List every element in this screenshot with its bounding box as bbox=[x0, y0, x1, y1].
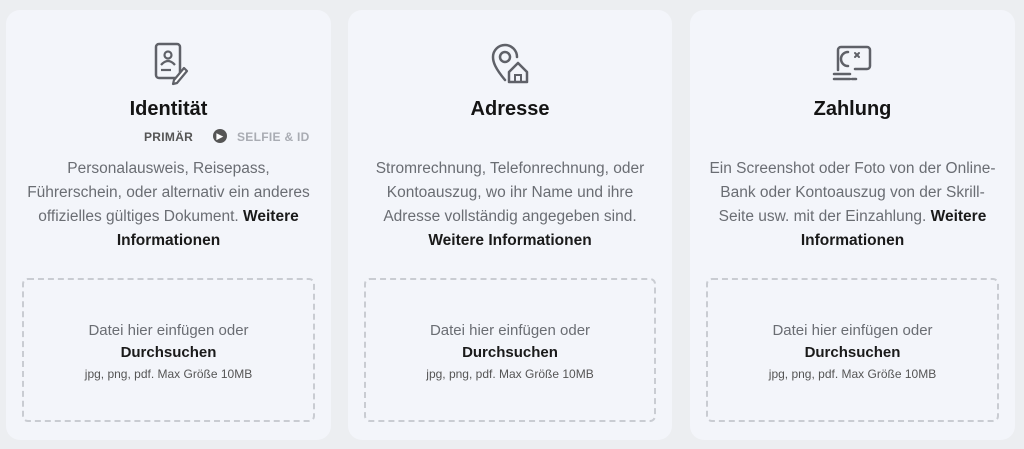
identity-card: Identität PRIMÄR ▶ SELFIE & ID Personala… bbox=[6, 10, 331, 440]
step-indicator: PRIMÄR ▶ SELFIE & ID bbox=[6, 129, 331, 144]
payment-card: Zahlung Ein Screenshot oder Foto von der… bbox=[690, 10, 1015, 440]
file-dropzone[interactable]: Datei hier einfügen oder Durchsuchen jpg… bbox=[706, 278, 999, 422]
card-title: Adresse bbox=[470, 98, 550, 120]
file-dropzone[interactable]: Datei hier einfügen oder Durchsuchen jpg… bbox=[364, 278, 656, 422]
chevron-right-icon: ▶ bbox=[213, 129, 227, 143]
card-description: Personalausweis, Reisepass, Führerschein… bbox=[27, 160, 310, 249]
card-title: Zahlung bbox=[813, 98, 892, 120]
card-title: Identität bbox=[129, 98, 208, 120]
id-card-icon bbox=[154, 42, 188, 86]
card-description: Ein Screenshot oder Foto von der Online-… bbox=[709, 160, 996, 249]
file-limits: jpg, png, pdf. Max Größe 10MB bbox=[426, 367, 594, 381]
location-home-icon bbox=[491, 43, 529, 84]
file-dropzone[interactable]: Datei hier einfügen oder Durchsuchen jpg… bbox=[22, 278, 315, 422]
file-limits: jpg, png, pdf. Max Größe 10MB bbox=[768, 367, 937, 381]
step-primary[interactable]: PRIMÄR bbox=[144, 130, 193, 144]
more-info-link[interactable]: Weitere Informationen bbox=[428, 232, 591, 249]
drop-hint: Datei hier einfügen oder bbox=[429, 322, 591, 339]
browse-button[interactable]: Durchsuchen bbox=[121, 342, 217, 364]
step-selfie-id[interactable]: SELFIE & ID bbox=[237, 130, 310, 144]
card-description: Stromrechnung, Telefonrechnung, oder Kon… bbox=[375, 160, 645, 249]
browse-button[interactable]: Durchsuchen bbox=[805, 342, 901, 364]
drop-hint: Datei hier einfügen oder bbox=[88, 322, 249, 339]
drop-hint: Datei hier einfügen oder bbox=[772, 322, 933, 339]
address-card: Adresse Stromrechnung, Telefonrechnung, … bbox=[348, 10, 672, 440]
browse-button[interactable]: Durchsuchen bbox=[462, 342, 558, 364]
payment-card-icon bbox=[832, 45, 871, 81]
file-limits: jpg, png, pdf. Max Größe 10MB bbox=[84, 367, 253, 381]
